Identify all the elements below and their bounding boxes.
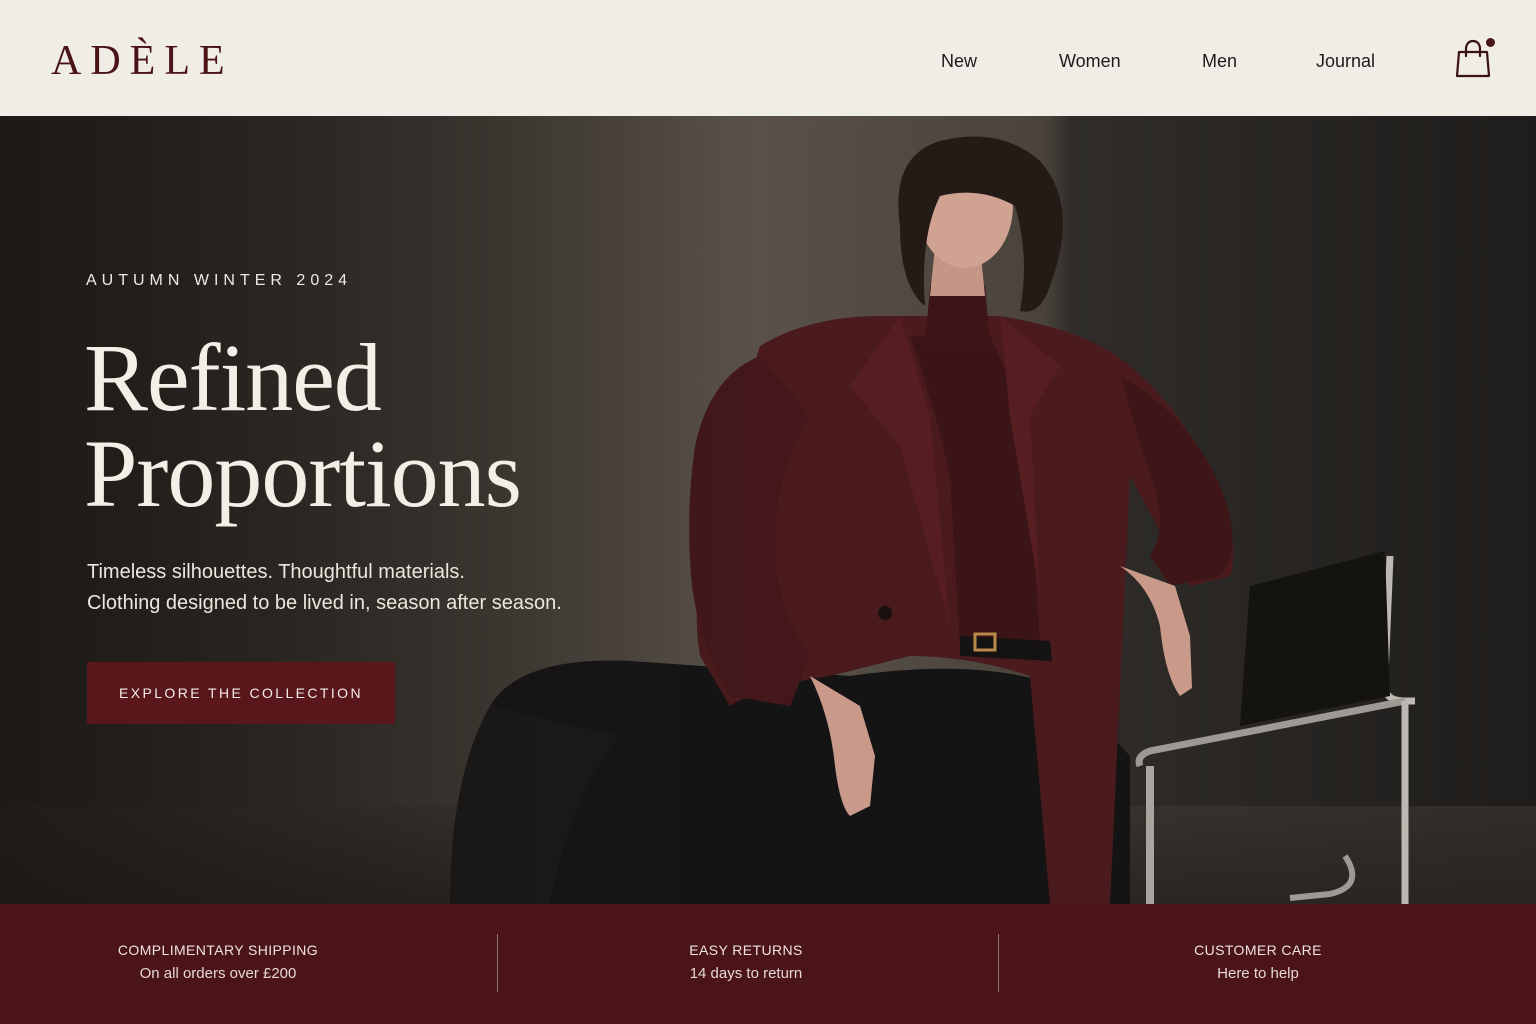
site-header: ADÈLE New Women Men Journal [0,0,1536,116]
perk-title: EASY RETURNS [689,942,803,958]
cart-badge-dot [1486,38,1495,47]
nav-item-women[interactable]: Women [1059,48,1121,74]
nav-item-journal[interactable]: Journal [1316,48,1375,74]
hero-subtext-line-2: Clothing designed to be lived in, season… [87,592,562,614]
hero-headline-line-2: Proportions [84,420,522,527]
hero-subtext-line-1: Timeless silhouettes. Thoughtful materia… [87,561,465,583]
hero-headline: Refined Proportions [84,324,522,527]
perk-divider [497,934,498,992]
hero-banner: AUTUMN WINTER 2024 Refined Proportions T… [0,116,1536,904]
perks-bar: COMPLIMENTARY SHIPPING On all orders ove… [0,904,1536,1024]
perk-customer-care[interactable]: CUSTOMER CARE Here to help [1138,940,1378,985]
hero-headline-line-1: Refined [84,324,382,431]
perk-shipping: COMPLIMENTARY SHIPPING On all orders ove… [98,940,338,985]
nav-item-new[interactable]: New [941,48,977,74]
main-nav: New Women Men Journal [0,48,1536,74]
nav-item-men[interactable]: Men [1202,48,1237,74]
perk-returns: EASY RETURNS 14 days to return [626,940,866,985]
explore-collection-button[interactable]: EXPLORE THE COLLECTION [87,662,395,724]
cart-button[interactable] [1453,38,1497,80]
perk-subtitle: 14 days to return [689,965,803,982]
perk-subtitle: On all orders over £200 [139,965,297,982]
hero-subtext: Timeless silhouettes. Thoughtful materia… [87,557,562,619]
perk-divider [998,934,999,992]
perk-title: COMPLIMENTARY SHIPPING [117,942,319,958]
perk-title: CUSTOMER CARE [1194,942,1322,958]
perk-subtitle: Here to help [1217,965,1299,982]
hero-eyebrow: AUTUMN WINTER 2024 [86,272,353,289]
